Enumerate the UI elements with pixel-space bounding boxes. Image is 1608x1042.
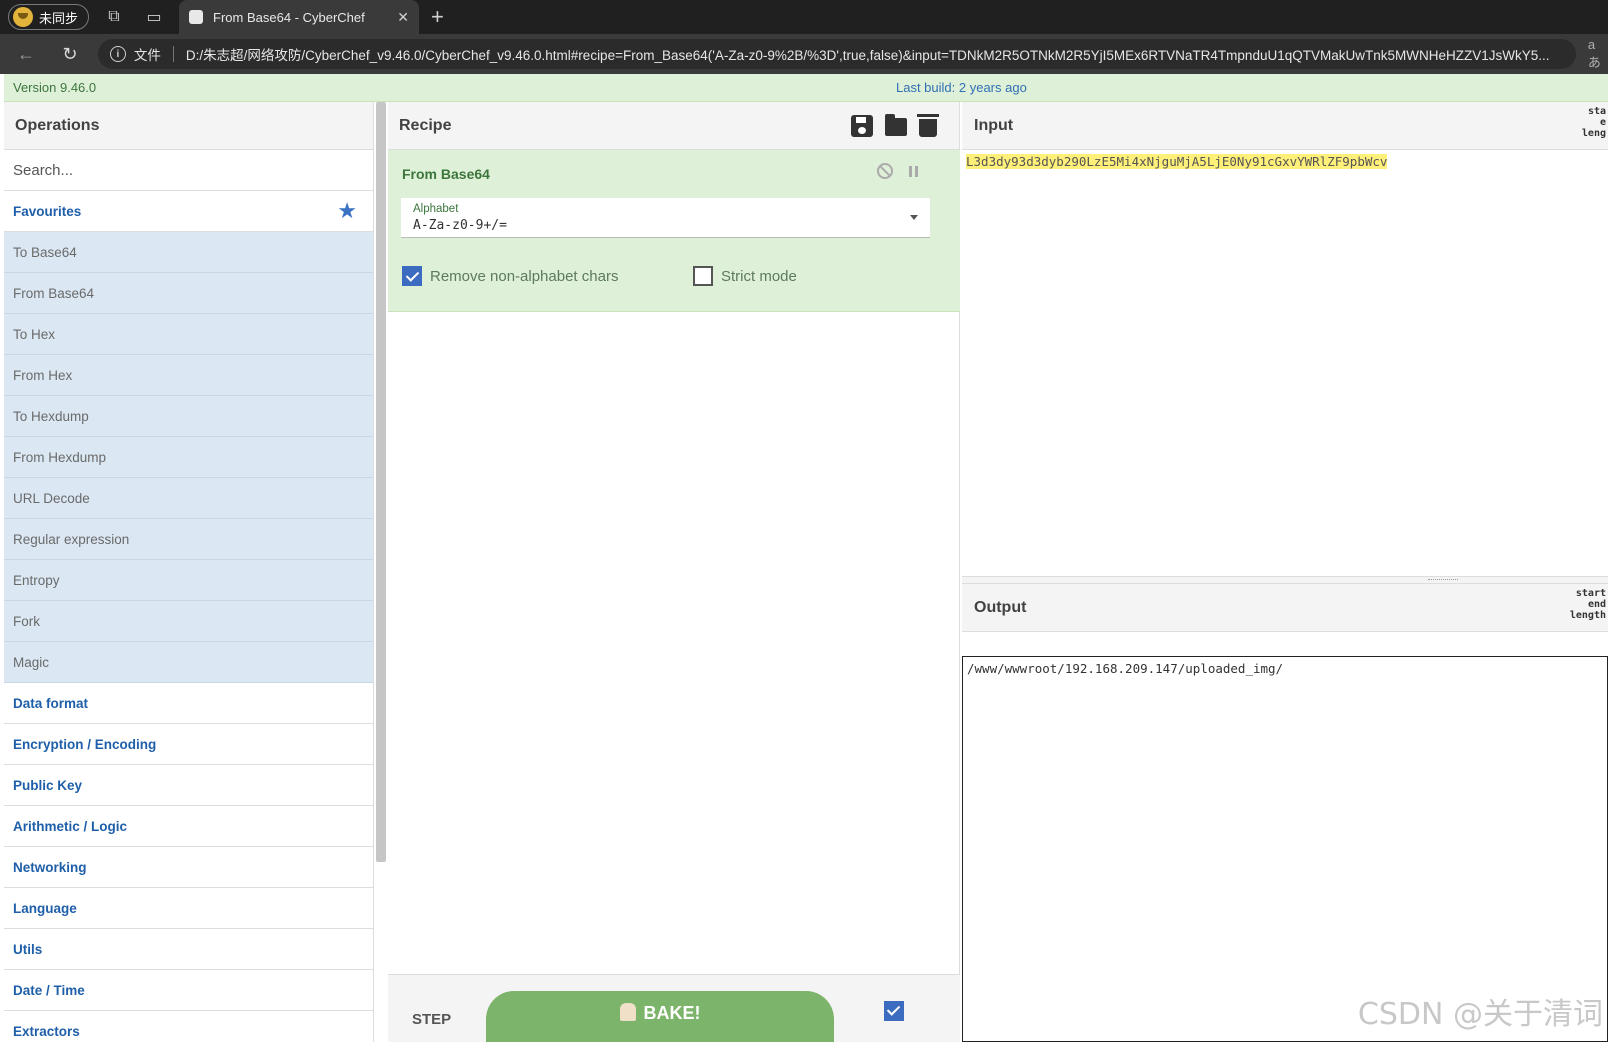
alphabet-value[interactable]: A-Za-z0-9+/= [413,218,507,233]
last-build-link[interactable]: Last build: 2 years ago [896,80,1027,95]
stat-label: sta [1587,106,1606,117]
checkbox-checked[interactable] [402,266,422,286]
bake-label: BAKE! [643,1003,701,1023]
save-icon[interactable] [851,114,873,137]
address-bar: ← ↻ i 文件 D:/朱志超/网络攻防/CyberChef_v9.46.0/C… [0,34,1608,74]
operation-item[interactable]: From Hex [4,355,373,396]
url-text[interactable]: D:/朱志超/网络攻防/CyberChef_v9.46.0/CyberChef_… [186,44,1550,64]
close-tab-icon[interactable]: ✕ [397,9,409,26]
category-item[interactable]: Data format [4,683,373,724]
recipe-title: Recipe [399,116,452,134]
stat-label: leng [1581,128,1606,139]
operation-name: From Base64 [402,166,490,182]
operation-item[interactable]: Entropy [4,560,373,601]
chef-hat-icon [189,10,204,24]
checkbox-label: Strict mode [721,267,797,285]
output-text[interactable]: /www/wwwroot/192.168.209.147/uploaded_im… [967,661,1283,676]
trash-icon[interactable] [917,113,939,137]
recipe-panel: Recipe From Base64 Alphabet A-Za-z0-9+/=… [388,102,960,1042]
caret-down-icon[interactable] [910,215,918,220]
category-item[interactable]: Arithmetic / Logic [4,806,373,847]
recipe-toolbar [851,113,939,137]
stat-label: e [1599,117,1606,128]
workspaces-icon[interactable]: ⧉ [99,2,129,32]
bake-button[interactable]: BAKE! [486,991,834,1042]
operation-item[interactable]: To Hexdump [4,396,373,437]
disable-icon[interactable] [877,163,893,179]
back-arrow-icon[interactable]: ← [8,36,44,72]
bake-area: STEP BAKE! [388,974,960,1042]
recipe-header: Recipe [388,102,959,150]
browser-tab[interactable]: From Base64 - CyberChef ✕ [179,0,420,34]
version-banner: Version 9.46.0 Last build: 2 years ago [4,74,1608,102]
pause-icon[interactable] [909,166,918,177]
stat-label: end [1587,599,1606,610]
step-button[interactable]: STEP [412,1011,451,1028]
url-field[interactable]: i 文件 D:/朱志超/网络攻防/CyberChef_v9.46.0/Cyber… [97,39,1576,69]
category-item[interactable]: Language [4,888,373,929]
vertical-tabs-icon[interactable]: ▭ [139,2,169,32]
file-label: 文件 [133,48,161,63]
input-text[interactable]: L3d3dy93d3dyb290LzE5Mi4xNjguMjA5LjE0Ny91… [966,154,1388,169]
category-favourites[interactable]: Favourites ★ [4,191,373,232]
operation-item[interactable]: To Hex [4,314,373,355]
io-panel: Input sta e leng L3d3dy93d3dyb290LzE5Mi4… [962,102,1608,1042]
category-item[interactable]: Extractors [4,1011,373,1042]
reload-icon[interactable]: ↻ [52,36,88,72]
output-textarea[interactable]: /www/wwwroot/192.168.209.147/uploaded_im… [962,656,1608,1042]
operations-panel: Operations Search... Favourites ★ To Bas… [4,102,374,1042]
checkbox-unchecked[interactable] [693,266,713,286]
operation-item[interactable]: From Base64 [4,273,373,314]
alphabet-label: Alphabet [413,203,459,215]
operation-item[interactable]: Magic [4,642,373,683]
operation-item[interactable]: Fork [4,601,373,642]
output-title: Output [974,598,1027,616]
operations-title: Operations [4,102,373,150]
cyberchef-app: Version 9.46.0 Last build: 2 years ago O… [4,74,1608,1042]
stat-label: length [1569,610,1606,621]
operation-item[interactable]: Regular expression [4,519,373,560]
info-icon[interactable]: i [109,46,126,62]
new-tab-icon[interactable]: + [431,6,444,28]
operation-item[interactable]: To Base64 [4,232,373,273]
category-item[interactable]: Encryption / Encoding [4,724,373,765]
category-label: Favourites [13,203,82,219]
operation-item[interactable]: URL Decode [4,478,373,519]
output-stats: start end length [1570,588,1606,621]
alphabet-select[interactable]: Alphabet A-Za-z0-9+/= [401,198,930,238]
category-item[interactable]: Networking [4,847,373,888]
profile-label: 未同步 [39,10,79,26]
input-header: Input sta e leng [962,102,1608,150]
output-header: Output start end length [962,584,1608,632]
category-item[interactable]: Utils [4,929,373,970]
profile-button[interactable]: 未同步 [8,4,90,30]
stat-label: start [1575,588,1606,599]
operation-item[interactable]: From Hexdump [4,437,373,478]
divider [172,46,174,62]
search-input[interactable]: Search... [4,150,373,191]
checkbox-label: Remove non-alphabet chars [430,267,619,285]
avatar [13,7,33,27]
auto-bake-checkbox[interactable] [884,1001,904,1021]
category-item[interactable]: Date / Time [4,970,373,1011]
operations-scrollbar[interactable] [376,102,386,862]
input-stats: sta e leng [1582,106,1606,139]
folder-icon[interactable] [885,113,907,136]
chef-icon [619,1003,636,1021]
tab-title: From Base64 - CyberChef [213,9,365,25]
version-text: Version 9.46.0 [13,80,97,95]
input-title: Input [974,116,1014,134]
star-icon[interactable]: ★ [337,198,357,224]
input-textarea[interactable]: L3d3dy93d3dyb290LzE5Mi4xNjguMjA5LjE0Ny91… [962,150,1608,576]
read-aloud-icon[interactable]: aあ [1588,37,1608,71]
recipe-operation-card: From Base64 Alphabet A-Za-z0-9+/= Remove… [388,150,960,312]
category-item[interactable]: Public Key [4,765,373,806]
browser-tab-bar: 未同步 ⧉ ▭ From Base64 - CyberChef ✕ + [0,0,1608,34]
io-resize-handle[interactable] [962,576,1608,584]
remove-non-alphabet-checkbox[interactable]: Remove non-alphabet chars [402,266,618,286]
watermark: CSDN @关于清词 [1357,997,1603,1032]
strict-mode-checkbox[interactable]: Strict mode [693,266,797,286]
